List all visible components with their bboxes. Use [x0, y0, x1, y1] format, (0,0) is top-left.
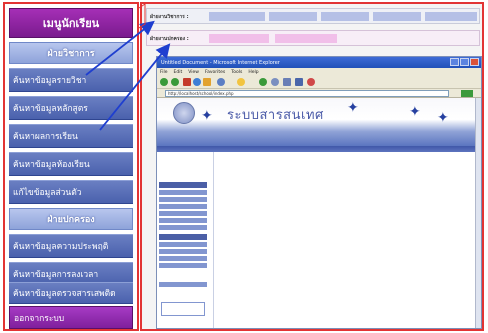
star-decoration-icon: ✦ [437, 110, 449, 126]
search-icon[interactable] [217, 78, 225, 86]
menu-item-edit-profile[interactable]: แก้ไขข้อมูลส่วนตัว [9, 180, 133, 204]
browser-menu-help[interactable]: Help [248, 70, 258, 75]
browser-menu-tools[interactable]: Tools [231, 70, 242, 75]
menu-item-search-drug-test[interactable]: ค้นหาข้อมูลตรวจสารเสพติด [9, 282, 133, 304]
refresh-icon[interactable] [193, 78, 201, 86]
sidebar-link[interactable] [159, 242, 207, 248]
academic-tab-1[interactable] [209, 12, 265, 21]
browser-menu-view[interactable]: View [188, 70, 199, 75]
browser-window: Untitled Document - Microsoft Internet E… [156, 56, 482, 329]
academic-tab-4[interactable] [373, 12, 421, 21]
star-decoration-icon: ✦ [347, 100, 359, 116]
mail-icon[interactable] [283, 78, 291, 86]
media-icon[interactable] [259, 78, 267, 86]
stop-icon[interactable] [183, 78, 191, 86]
sidebar-link[interactable] [159, 218, 207, 224]
close-icon[interactable] [470, 58, 479, 66]
home-icon[interactable] [203, 78, 211, 86]
menu-item-search-subjects[interactable]: ค้นหาข้อมูลรายวิชา [9, 68, 133, 92]
browser-menu-favorites[interactable]: Favorites [205, 70, 225, 75]
governance-tab-1[interactable] [209, 34, 269, 43]
menu-item-search-behavior[interactable]: ค้นหาข้อมูลความประพฤติ [9, 234, 133, 258]
school-logo [173, 102, 195, 124]
browser-addressbar: http://localhost/school/index.php [157, 89, 481, 98]
forward-arrow-icon[interactable] [171, 78, 179, 86]
academic-tabbar-label: ฝ่ายงานวิชาการ : [150, 14, 189, 20]
governance-tab-2[interactable] [275, 34, 337, 43]
sidebar-link[interactable] [159, 211, 207, 217]
browser-titlebar: Untitled Document - Microsoft Internet E… [157, 57, 481, 68]
sidebar-link[interactable] [159, 204, 207, 210]
menu-item-search-grades[interactable]: ค้นหาผลการเรียน [9, 124, 133, 148]
system-screenshot-panel: ฝ่ายงานวิชาการ : ฝ่ายงานปกครอง : Untitle… [140, 2, 484, 331]
address-input[interactable]: http://localhost/school/index.php [165, 90, 449, 97]
sidebar-login-box [161, 302, 205, 316]
menu-section-academic: ฝ่ายวิชาการ [9, 42, 133, 64]
browser-scrollbar[interactable] [475, 98, 481, 328]
favorites-icon[interactable] [237, 78, 245, 86]
edit-icon[interactable] [307, 78, 315, 86]
academic-tab-3[interactable] [321, 12, 369, 21]
governance-tabbar-label: ฝ่ายงานปกครอง : [150, 36, 189, 42]
site-banner: ✦ ✦ ✦ ✦ ระบบสารสนเทศ [157, 98, 475, 146]
sidebar-head-2 [159, 234, 207, 240]
student-menu-panel: เมนูนักเรียน ฝ่ายวิชาการ ค้นหาข้อมูลรายว… [3, 2, 139, 331]
academic-tab-5[interactable] [425, 12, 477, 21]
academic-tabbar: ฝ่ายงานวิชาการ : [146, 8, 480, 24]
browser-toolbar [157, 76, 481, 89]
menu-header: เมนูนักเรียน [9, 8, 133, 38]
sidebar-head-1 [159, 182, 207, 188]
menu-section-governance: ฝ่ายปกครอง [9, 208, 133, 230]
star-decoration-icon: ✦ [201, 108, 213, 124]
browser-title: Untitled Document - Microsoft Internet E… [161, 59, 280, 66]
history-icon[interactable] [271, 78, 279, 86]
site-sidebar [157, 152, 209, 328]
sidebar-link[interactable] [159, 282, 207, 288]
sidebar-link[interactable] [159, 197, 207, 203]
print-icon[interactable] [295, 78, 303, 86]
governance-tabbar: ฝ่ายงานปกครอง : [146, 30, 480, 46]
back-arrow-icon[interactable] [160, 78, 168, 86]
sidebar-link[interactable] [159, 249, 207, 255]
menu-item-search-curriculum[interactable]: ค้นหาข้อมูลหลักสูตร [9, 96, 133, 120]
sidebar-link[interactable] [159, 225, 207, 231]
site-title: ระบบสารสนเทศ [227, 108, 324, 123]
logout-button[interactable]: ออกจากระบบ [9, 306, 133, 329]
star-decoration-icon: ✦ [409, 104, 421, 120]
minimize-icon[interactable] [450, 58, 459, 66]
go-button[interactable] [461, 90, 473, 97]
sidebar-link[interactable] [159, 190, 207, 196]
browser-menu-edit[interactable]: Edit [174, 70, 183, 75]
menu-item-search-classrooms[interactable]: ค้นหาข้อมูลห้องเรียน [9, 152, 133, 176]
sidebar-link[interactable] [159, 263, 207, 269]
browser-menu-file[interactable]: File [160, 70, 168, 75]
sidebar-link[interactable] [159, 256, 207, 262]
academic-tab-2[interactable] [269, 12, 317, 21]
browser-menubar: File Edit View Favorites Tools Help [157, 68, 481, 76]
maximize-icon[interactable] [460, 58, 469, 66]
browser-page: ✦ ✦ ✦ ✦ ระบบสารสนเทศ [157, 98, 475, 328]
content-divider [213, 152, 214, 328]
